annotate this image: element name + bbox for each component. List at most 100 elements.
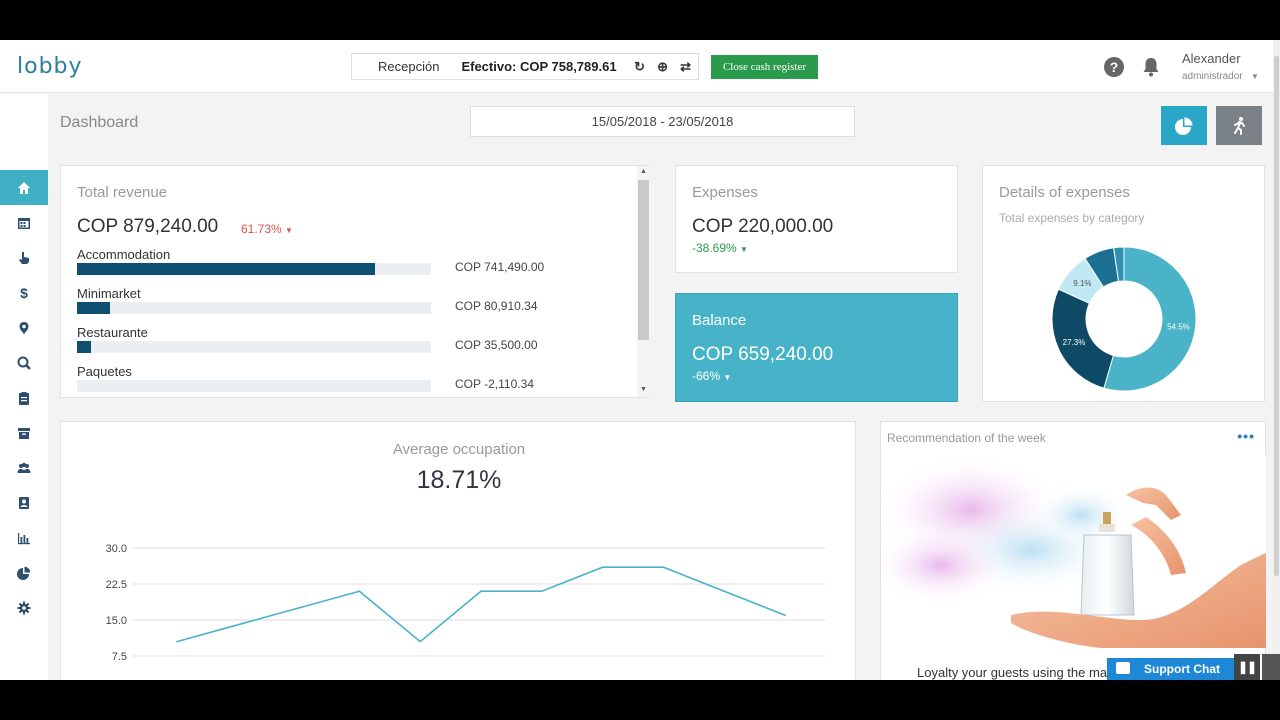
revenue-row-amount: COP 741,490.00 (455, 260, 545, 274)
support-chat-label: Support Chat (1144, 662, 1220, 676)
date-range-picker[interactable]: 15/05/2018 - 23/05/2018 (470, 106, 855, 137)
cash-register-widget: Recepción Efectivo: COP 758,789.61 ↻ ⊕ ⇄ (351, 53, 699, 80)
sidebar-item-pointer[interactable] (0, 240, 48, 275)
data-point[interactable] (358, 590, 361, 592)
refresh-icon[interactable]: ↻ (633, 59, 647, 75)
sidebar-item-bar-chart[interactable] (0, 520, 48, 555)
scrollbar-thumb[interactable] (1274, 56, 1279, 576)
transfer-icon[interactable]: ⇄ (679, 59, 693, 75)
balance-card: Balance COP 659,240.00 -66% ▼ (675, 293, 958, 402)
bar-chart-icon (18, 532, 30, 544)
chevron-down-icon[interactable]: ▼ (1251, 72, 1259, 81)
caret-down-icon: ▼ (285, 226, 293, 235)
revenue-bar (77, 341, 431, 353)
sidebar: $ (0, 94, 48, 680)
revenue-bar-fill (77, 302, 110, 314)
y-tick-label: 22.5 (106, 579, 127, 591)
data-point[interactable] (541, 590, 543, 592)
data-point[interactable] (297, 607, 300, 609)
balance-value: COP 659,240.00 (692, 344, 834, 365)
page-title: Dashboard (60, 114, 139, 131)
sidebar-item-contact[interactable] (0, 485, 48, 520)
card-title: Recommendation of the week (887, 431, 1046, 445)
data-point[interactable] (784, 614, 786, 616)
revenue-row-label: Paquetes (77, 364, 132, 379)
revenue-value: COP 879,240.00 (77, 216, 219, 237)
cash-balance: Efectivo: COP 758,789.61 (461, 59, 617, 74)
logo[interactable]: lobby (17, 54, 83, 79)
caret-down-icon: ▼ (740, 245, 748, 254)
sidebar-item-map-marker[interactable] (0, 310, 48, 345)
sidebar-item-home[interactable] (0, 170, 48, 205)
total-revenue-card: Total revenue COP 879,240.00 61.73% ▼ Ac… (60, 165, 650, 398)
more-options-icon[interactable]: ••• (1237, 428, 1255, 444)
revenue-bar (77, 380, 431, 392)
exit-button[interactable] (1216, 106, 1262, 145)
contact-card-icon (19, 496, 29, 509)
revenue-row-amount: COP 35,500.00 (455, 338, 538, 352)
bell-icon[interactable] (1142, 57, 1160, 77)
scrollbar-thumb[interactable] (638, 180, 649, 340)
expenses-value: COP 220,000.00 (692, 216, 834, 237)
revenue-row-label: Accommodation (77, 247, 171, 262)
revenue-row-label: Minimarket (77, 286, 141, 301)
data-point[interactable] (601, 566, 604, 568)
y-tick-label: 30.0 (106, 543, 127, 555)
archive-icon (18, 427, 30, 439)
top-bar: lobby Recepción Efectivo: COP 758,789.61… (0, 40, 1280, 93)
page-scrollbar[interactable] (1273, 40, 1280, 680)
revenue-bar (77, 263, 431, 275)
pie-chart-icon (17, 566, 31, 580)
data-point[interactable] (662, 566, 665, 568)
recommendation-text: Loyalty your guests using the mark (917, 665, 1118, 680)
occupation-line-chart: 30.0 22.5 15.0 7.5 (106, 543, 825, 663)
card-title: Balance (692, 312, 747, 329)
app-screen: lobby Recepción Efectivo: COP 758,789.61… (0, 40, 1280, 680)
pause-button[interactable]: ❚❚ (1234, 654, 1260, 680)
reports-button[interactable] (1161, 106, 1207, 145)
data-point[interactable] (419, 640, 422, 643)
home-icon (18, 181, 30, 194)
chevron-down-icon[interactable]: ▼ (640, 386, 647, 393)
chevron-up-icon[interactable]: ▲ (640, 168, 647, 175)
card-title: Total revenue (77, 184, 168, 201)
clipboard-icon (19, 391, 29, 405)
balance-trend: -66% ▼ (692, 369, 732, 383)
plus-circle-icon[interactable]: ⊕ (656, 59, 670, 75)
caret-down-icon: ▼ (723, 373, 732, 382)
sidebar-item-users[interactable] (0, 450, 48, 485)
data-point[interactable] (237, 624, 239, 626)
question-circle-icon[interactable]: ? (1104, 57, 1124, 77)
donut-label: 9.1% (1073, 279, 1091, 288)
sidebar-item-clipboard[interactable] (0, 380, 48, 415)
sidebar-item-pie-chart[interactable] (0, 555, 48, 590)
sidebar-item-dollar[interactable]: $ (0, 275, 48, 310)
register-name[interactable]: Recepción (378, 59, 439, 74)
pie-chart-icon (1175, 117, 1193, 135)
close-cash-register-button[interactable]: Close cash register (711, 55, 818, 79)
user-name[interactable]: Alexander (1182, 51, 1241, 66)
y-tick-label: 7.5 (112, 651, 127, 663)
occupation-series-line (176, 566, 786, 643)
sidebar-item-calendar[interactable] (0, 205, 48, 240)
expenses-trend: -38.69% ▼ (692, 241, 748, 255)
gear-icon (17, 601, 31, 614)
expenses-details-card: Details of expenses Total expenses by ca… (982, 165, 1265, 402)
revenue-row-label: Restaurante (77, 325, 148, 340)
revenue-scrollbar[interactable]: ▲ ▼ (637, 166, 650, 397)
revenue-trend: 61.73% ▼ (241, 222, 293, 236)
revenue-bar-fill (77, 263, 376, 275)
revenue-row-amount: COP -2,110.34 (455, 377, 534, 391)
y-tick-label: 15.0 (106, 615, 127, 627)
donut-label: 54.5% (1167, 323, 1190, 332)
data-point[interactable] (723, 590, 725, 592)
data-point[interactable] (176, 640, 178, 643)
sidebar-item-settings[interactable] (0, 590, 48, 625)
user-role[interactable]: administrador (1182, 71, 1243, 82)
sidebar-item-search[interactable] (0, 345, 48, 380)
hand-pointer-icon (19, 251, 29, 264)
mini-chart-icon[interactable] (1262, 654, 1280, 680)
data-point[interactable] (480, 590, 482, 592)
calendar-icon (18, 217, 30, 229)
sidebar-item-archive[interactable] (0, 415, 48, 450)
